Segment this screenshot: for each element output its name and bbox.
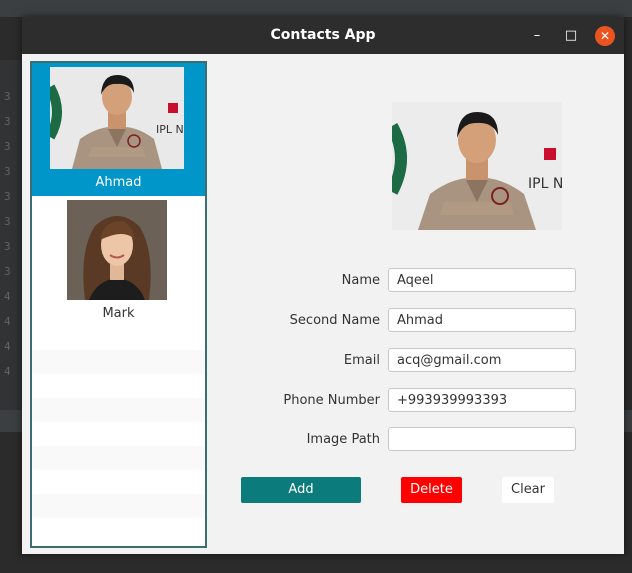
email-label: Email — [343, 353, 380, 368]
empty-list-row — [32, 422, 205, 446]
empty-list-row — [32, 350, 205, 374]
maximize-icon[interactable]: □ — [561, 26, 581, 46]
name-label: Name — [341, 273, 380, 288]
list-item[interactable]: IPL N Ahmad — [32, 63, 205, 196]
clear-button[interactable]: Clear — [502, 477, 554, 503]
name-field[interactable] — [388, 268, 576, 292]
contact-name: Ahmad — [95, 175, 142, 190]
empty-list-row — [32, 518, 205, 542]
delete-button[interactable]: Delete — [401, 477, 462, 503]
image-path-label: Image Path — [306, 432, 380, 447]
minimize-icon[interactable]: – — [527, 26, 547, 46]
empty-list-row — [32, 494, 205, 518]
contacts-app-window: Contacts App – □ ✕ IPL N Ahmad Mark S IP… — [22, 17, 624, 554]
empty-list-row — [32, 398, 205, 422]
list-item[interactable]: Mark — [32, 196, 205, 326]
close-icon[interactable]: ✕ — [595, 26, 615, 46]
phone-number-field[interactable] — [388, 388, 576, 412]
ide-line-gutter: 3 3 3 3 3 3 3 3 4 4 4 4 — [0, 60, 22, 410]
empty-list-row — [32, 326, 205, 350]
empty-list-row — [32, 470, 205, 494]
empty-list-row — [32, 374, 205, 398]
second-name-label: Second Name — [289, 313, 380, 328]
contact-photo-woman — [67, 200, 167, 300]
contacts-list[interactable]: IPL N Ahmad Mark — [30, 61, 207, 548]
image-path-field[interactable] — [388, 427, 576, 451]
contact-name: Mark — [102, 306, 135, 321]
second-name-field[interactable] — [388, 308, 576, 332]
phone-number-label: Phone Number — [283, 393, 380, 408]
title-bar: Contacts App – □ ✕ — [22, 17, 624, 54]
selected-contact-photo: S IPL N — [392, 102, 562, 230]
svg-text:IPL N: IPL N — [528, 176, 562, 192]
ide-toolbar — [0, 0, 632, 17]
svg-text:IPL N: IPL N — [156, 123, 184, 136]
contact-photo-man: IPL N — [50, 67, 184, 169]
email-field[interactable] — [388, 348, 576, 372]
svg-text:S: S — [394, 177, 402, 191]
add-button[interactable]: Add — [241, 477, 361, 503]
empty-list-row — [32, 446, 205, 470]
